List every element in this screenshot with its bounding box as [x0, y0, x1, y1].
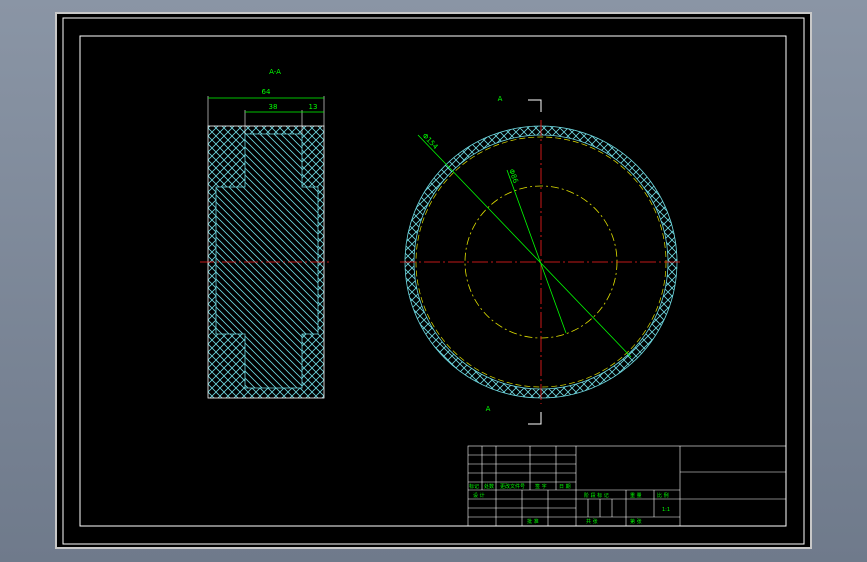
tb-label-sheets: 共 张: [586, 518, 598, 525]
tb-label-sign: 签 字: [535, 483, 547, 490]
drawing-background: [55, 12, 812, 549]
section-mark-top: A: [498, 95, 503, 103]
tb-label-approve: 批 准: [527, 518, 539, 525]
tb-label-weight: 重 量: [630, 492, 642, 499]
dim-inner-width: 38: [269, 103, 278, 111]
tb-label-design: 设 计: [473, 492, 485, 499]
tb-scale-value: 1:1: [662, 507, 670, 513]
tb-label-change-doc: 更改文件号: [500, 483, 525, 490]
tb-label-count: 处数: [484, 483, 494, 490]
section-mark-bottom: A: [486, 405, 491, 413]
section-title: A-A: [269, 68, 281, 76]
cad-viewer: A-A 64 38 13 A A Φ154 Φ86 标记 处数 更改文件号 签 …: [0, 0, 867, 562]
tb-label-mark: 标记: [469, 483, 479, 490]
dim-total-width: 64: [262, 88, 271, 96]
drawing-sheet[interactable]: A-A 64 38 13 A A Φ154 Φ86 标记 处数 更改文件号 签 …: [0, 0, 867, 562]
tb-label-stage: 阶 段 标 记: [584, 492, 609, 499]
tb-label-date: 日 期: [559, 484, 571, 490]
tb-label-scale: 比 例: [657, 492, 669, 499]
tb-label-sheet: 第 张: [630, 518, 642, 525]
dim-offset: 13: [309, 103, 318, 111]
